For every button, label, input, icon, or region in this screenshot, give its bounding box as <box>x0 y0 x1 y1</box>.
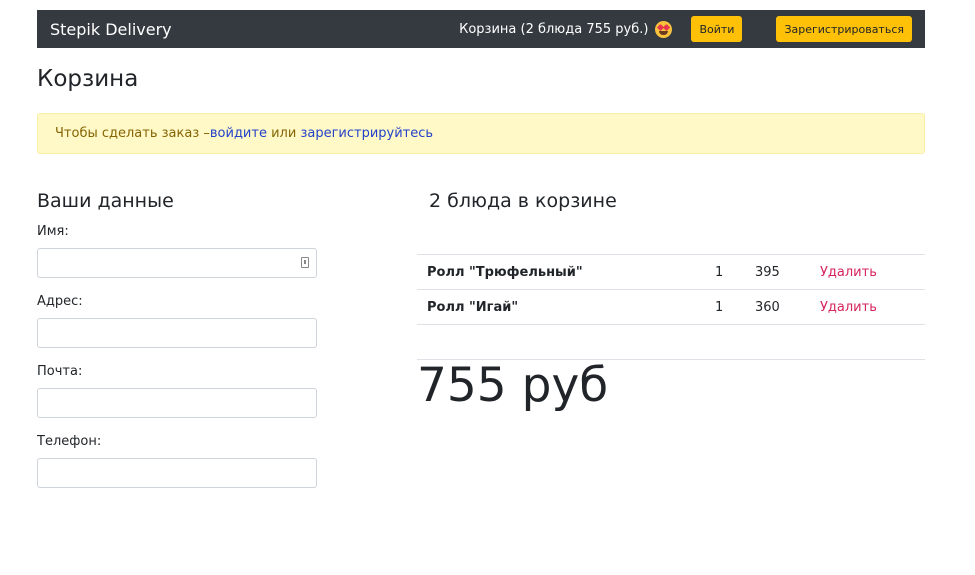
item-qty: 1 <box>715 299 724 315</box>
item-price: 395 <box>755 264 780 280</box>
name-label: Имя: <box>37 224 69 239</box>
alert-middle: или <box>266 126 301 141</box>
item-delete-cell: Удалить <box>820 255 925 290</box>
page-container: Stepik Delivery Корзина (2 блюда 755 руб… <box>37 10 925 488</box>
item-name: Ролл "Игай" <box>427 299 519 315</box>
email-input[interactable] <box>37 388 317 418</box>
form-title: Ваши данные <box>37 190 174 212</box>
heart-eyes-emoji-icon <box>655 20 673 38</box>
table-spacer <box>417 324 925 360</box>
phone-label: Телефон: <box>37 434 102 449</box>
address-label: Адрес: <box>37 294 83 309</box>
phone-input[interactable] <box>37 458 317 488</box>
login-button[interactable]: Войти <box>691 16 743 42</box>
table-row: Ролл "Игай" 1 360 Удалить <box>417 289 925 325</box>
cart-title: 2 блюда в корзине <box>429 190 617 212</box>
alert-prefix: Чтобы сделать заказ – <box>55 126 210 141</box>
navbar: Stepik Delivery Корзина (2 блюда 755 руб… <box>37 10 925 48</box>
item-name: Ролл "Трюфельный" <box>427 264 583 280</box>
cart-summary-link[interactable]: Корзина (2 блюда 755 руб.) <box>459 20 673 38</box>
login-alert: Чтобы сделать заказ – войдите или зареги… <box>37 113 925 154</box>
autofill-icon[interactable] <box>301 257 309 268</box>
cart-section: 2 блюда в корзине Ролл "Трюфельный" 1 39… <box>417 190 925 413</box>
item-qty: 1 <box>715 264 724 280</box>
delete-item-link[interactable]: Удалить <box>820 265 877 280</box>
delete-item-link[interactable]: Удалить <box>820 300 877 315</box>
page-title: Корзина <box>37 66 139 92</box>
address-input[interactable] <box>37 318 317 348</box>
item-price: 360 <box>755 299 780 315</box>
customer-form: Ваши данные Имя: Адрес: Почта: Телефон: <box>37 190 317 504</box>
item-delete-cell: Удалить <box>820 290 925 325</box>
cart-total: 755 руб <box>417 358 609 413</box>
email-label: Почта: <box>37 364 83 379</box>
cart-table: Ролл "Трюфельный" 1 395 Удалить Ролл "Иг… <box>417 254 925 360</box>
table-row: Ролл "Трюфельный" 1 395 Удалить <box>417 254 925 290</box>
cart-summary-text: Корзина (2 блюда 755 руб.) <box>459 21 649 37</box>
alert-register-link[interactable]: зарегистрируйтесь <box>300 126 433 141</box>
brand-link[interactable]: Stepik Delivery <box>50 20 459 39</box>
name-input[interactable] <box>37 248 317 278</box>
alert-login-link[interactable]: войдите <box>210 126 267 141</box>
register-button[interactable]: Зарегистрироваться <box>776 16 912 42</box>
